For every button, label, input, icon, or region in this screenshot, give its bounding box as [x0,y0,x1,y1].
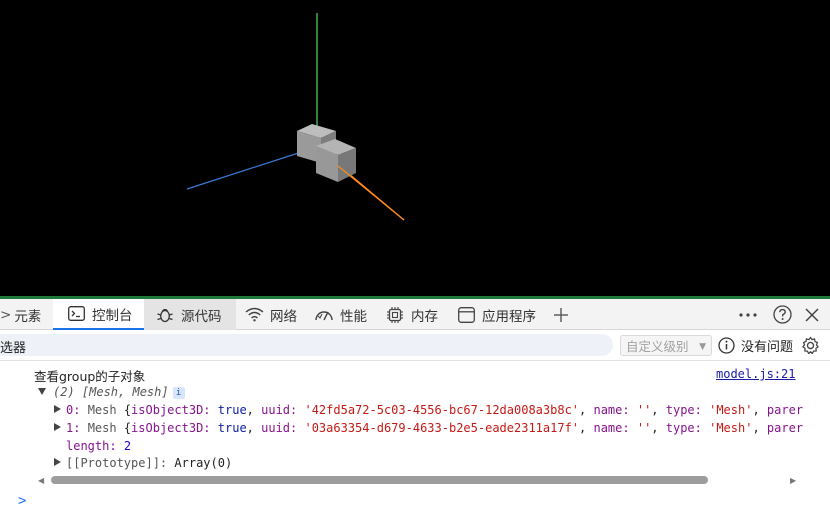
array-length-row: length: 2 [66,439,131,453]
item1-uuid-val: '03a63354-d679-4633-b2e5-eade2311a17f' [304,421,580,435]
tab-memory[interactable]: 内存 [385,299,438,330]
scrollbar-thumb[interactable] [51,476,708,484]
item1-type-val: 'Mesh' [709,421,753,435]
log-source-link[interactable]: model.js:21 [716,367,795,381]
expand-array-toggle[interactable] [38,388,46,395]
tab-network-label: 网络 [270,308,297,325]
item0-name-val: '' [636,403,652,417]
tab-application-label: 应用程序 [482,308,536,325]
expand-item0-toggle[interactable] [54,405,61,413]
tab-elements[interactable]: > 元素 [0,299,41,330]
more-options-button[interactable] [733,299,763,330]
window-icon [456,305,476,325]
array-summary-row[interactable]: (2) [Mesh, Mesh] i [53,385,185,399]
tab-network[interactable]: 网络 [244,299,297,330]
array-item-1[interactable]: 1: Mesh {isObject3D: true, uuid: '03a633… [66,421,803,435]
console-filterbar: 选器 自定义级别 ▼ 没有问题 [0,331,830,359]
close-devtools-button[interactable] [799,299,825,330]
plus-icon [554,307,568,322]
chip-icon [385,305,405,325]
tab-performance[interactable]: 性能 [314,299,367,330]
filter-label: 选器 [0,341,27,356]
tab-sources[interactable]: 源代码 [144,299,236,330]
array-summary: (2) [Mesh, Mesh] [53,385,169,399]
info-circle-icon[interactable] [718,337,735,354]
info-badge-icon[interactable]: i [172,387,185,399]
console-icon [66,304,86,324]
item1-type-name: Mesh [87,421,117,435]
scroll-right-arrow-icon[interactable]: ▶ [790,476,796,485]
length-key: length: [66,439,117,453]
gear-icon[interactable] [801,336,820,355]
axis-x-front [337,165,405,221]
tab-memory-label: 内存 [411,308,438,325]
wifi-icon [244,305,264,325]
item1-tail: parer [766,421,804,435]
length-val: 2 [123,439,132,453]
item0-isobject3d-key: isObject3D: [131,403,211,417]
log-message: 查看group的子对象 [34,369,146,384]
tab-console[interactable]: 控制台 [53,299,144,330]
item1-uuid-key: uuid: [261,421,298,435]
prototype-val: Array(0) [174,456,233,470]
array-item-0[interactable]: 0: Mesh {isObject3D: true, uuid: '42fd5a… [66,403,803,417]
item0-name-key: name: [593,403,630,417]
item0-uuid-key: uuid: [261,403,298,417]
horizontal-scrollbar[interactable]: ◀ ▶ [34,475,804,485]
help-icon [772,305,792,324]
item0-tail: parer [766,403,804,417]
item0-type-val: 'Mesh' [709,403,753,417]
item1-type-key: type: [665,421,702,435]
prototype-row[interactable]: [[Prototype]]: Array(0) [66,456,232,470]
item1-index: 1: [66,421,81,435]
caret-down-icon: ▼ [699,342,706,352]
gauge-icon [314,305,334,325]
tab-performance-label: 性能 [340,308,367,325]
item1-isobject3d-val: true [217,421,247,435]
scene-svg [186,13,405,221]
console-prompt[interactable]: > [18,493,26,509]
item0-type-name: Mesh [87,403,117,417]
console-output: 查看group的子对象 model.js:21 (2) [Mesh, Mesh]… [0,360,830,514]
expand-item1-toggle[interactable] [54,423,61,431]
item0-type-key: type: [665,403,702,417]
prototype-key: [[Prototype]]: [66,456,168,470]
tab-elements-label: 元素 [14,308,42,325]
devtools-tabbar: > 元素 控制台 源代码 网络 性能 内存 应用程序 [0,299,830,330]
expand-prototype-toggle[interactable] [54,458,61,466]
chevron-right-icon: > [0,306,12,323]
item0-index: 0: [66,403,81,417]
item1-name-key: name: [593,421,630,435]
help-button[interactable] [767,299,797,330]
tab-application[interactable]: 应用程序 [456,299,536,330]
more-dots-icon [739,312,757,317]
filter-input[interactable] [0,334,613,356]
threejs-canvas[interactable] [0,0,830,296]
scroll-left-arrow-icon[interactable]: ◀ [38,476,44,485]
add-tab-button[interactable] [549,299,573,330]
issues-count[interactable]: 没有问题 [741,336,793,355]
item0-isobject3d-val: true [217,403,247,417]
tab-console-label: 控制台 [92,307,133,324]
item1-isobject3d-key: isObject3D: [131,421,211,435]
log-levels-dropdown[interactable]: 自定义级别 ▼ [620,335,712,356]
item1-name-val: '' [636,421,652,435]
close-icon [805,307,819,322]
item0-uuid-val: '42fd5a72-5c03-4556-bc67-12da008a3b8c' [304,403,580,417]
log-levels-label: 自定义级别 [626,339,689,354]
bug-icon [155,305,175,325]
tab-sources-label: 源代码 [181,308,222,325]
